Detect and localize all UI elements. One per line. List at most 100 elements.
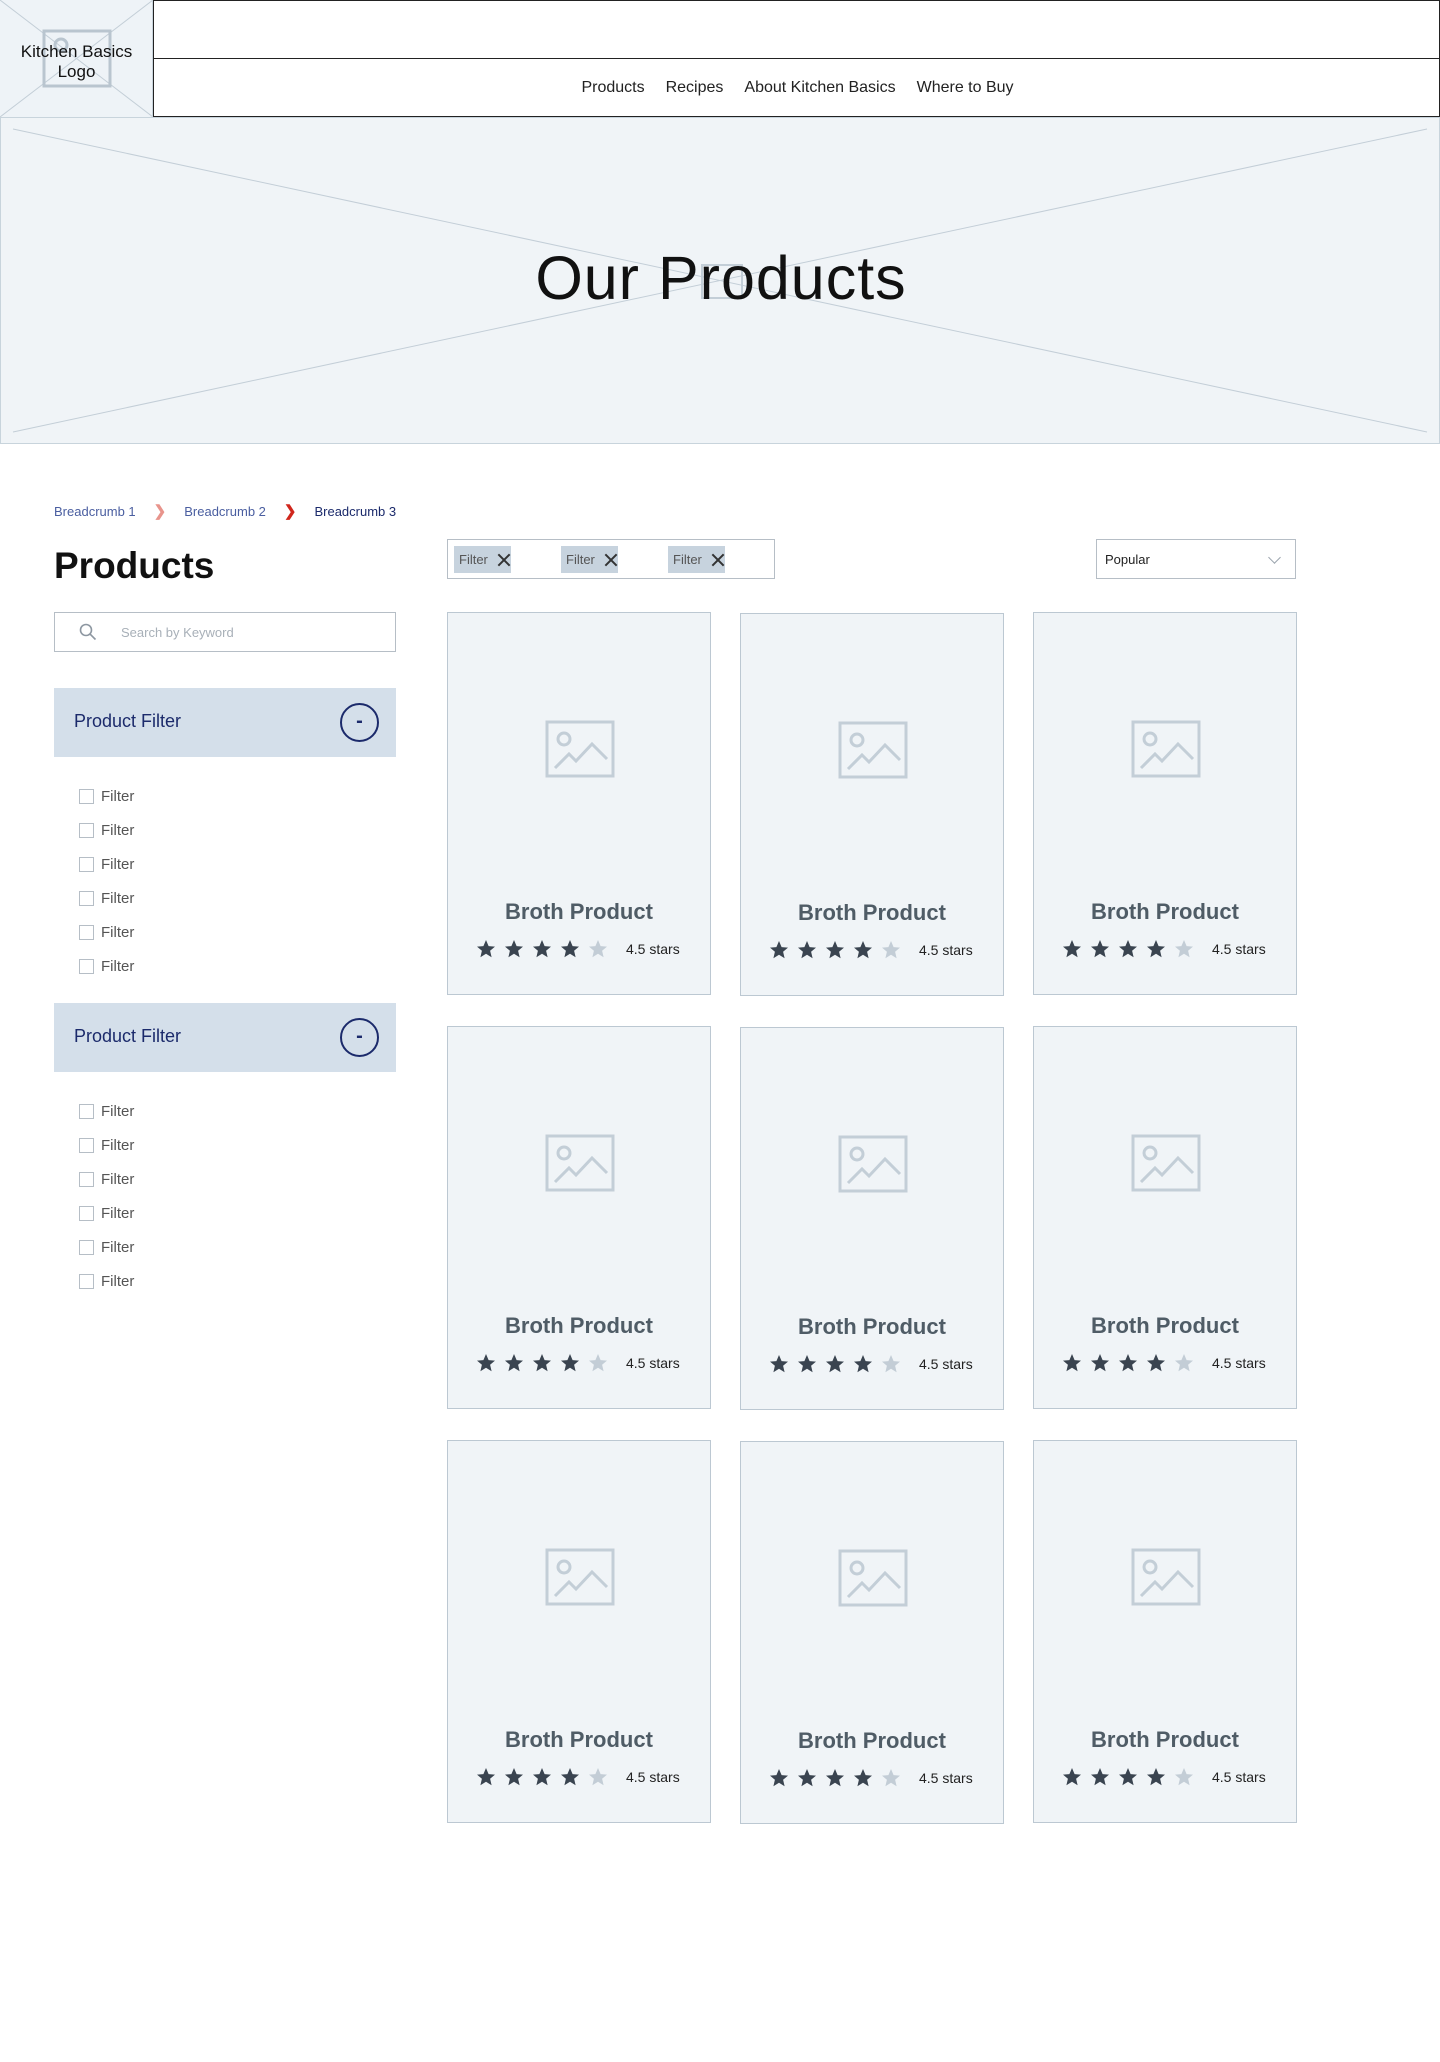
product-card[interactable]: Broth Product 4.5 stars — [1033, 1440, 1297, 1823]
star-filled-icon — [770, 941, 788, 959]
product-card[interactable]: Broth Product 4.5 stars — [740, 613, 1004, 996]
filter-option: Filter — [79, 1162, 379, 1196]
star-filled-icon — [477, 940, 495, 958]
nav-where-to-buy[interactable]: Where to Buy — [917, 79, 1014, 97]
active-filter-chip[interactable]: Filter — [668, 546, 725, 573]
image-placeholder-icon — [838, 721, 908, 779]
close-icon[interactable] — [497, 553, 511, 567]
star-filled-icon — [1063, 1768, 1081, 1786]
product-name: Broth Product — [1091, 1727, 1239, 1752]
product-rating: 4.5 stars — [476, 1767, 680, 1787]
star-filled-icon — [1147, 1354, 1165, 1372]
star-filled-icon — [505, 940, 523, 958]
filter-list-1: Filter Filter Filter Filter Filter Filte… — [79, 779, 379, 983]
filter-checkbox[interactable] — [79, 958, 94, 974]
nav-products[interactable]: Products — [581, 79, 644, 97]
product-rating: 4.5 stars — [769, 940, 973, 960]
product-card[interactable]: Broth Product 4.5 stars — [1033, 612, 1297, 995]
filter-checkbox[interactable] — [79, 1137, 94, 1153]
star-empty-icon — [882, 1769, 900, 1787]
breadcrumb: Breadcrumb 1 ❯ Breadcrumb 2 ❯ Breadcrumb… — [54, 502, 396, 520]
filter-option-label: Filter — [101, 1238, 135, 1256]
chip-label: Filter — [459, 552, 488, 567]
product-filter-header-2[interactable]: Product Filter - — [54, 1003, 396, 1072]
image-placeholder-icon — [545, 1134, 615, 1192]
product-card[interactable]: Broth Product 4.5 stars — [740, 1441, 1004, 1824]
filter-option: Filter — [79, 1230, 379, 1264]
filter-checkbox[interactable] — [79, 1239, 94, 1255]
filter-checkbox[interactable] — [79, 788, 94, 804]
search-input[interactable] — [121, 621, 381, 643]
star-filled-icon — [1091, 1768, 1109, 1786]
star-filled-icon — [1119, 1354, 1137, 1372]
filter-option-label: Filter — [101, 957, 135, 975]
collapse-toggle-button[interactable]: - — [340, 1018, 379, 1057]
filter-checkbox[interactable] — [79, 924, 94, 940]
product-card[interactable]: Broth Product 4.5 stars — [1033, 1026, 1297, 1409]
star-empty-icon — [589, 940, 607, 958]
filter-group-label: Product Filter — [74, 1026, 182, 1046]
main-nav-bar: Products Recipes About Kitchen Basics Wh… — [153, 58, 1440, 117]
filter-option: Filter — [79, 1264, 379, 1298]
close-icon[interactable] — [711, 553, 725, 567]
filter-checkbox[interactable] — [79, 1103, 94, 1119]
rating-label: 4.5 stars — [626, 941, 680, 957]
star-empty-icon — [589, 1354, 607, 1372]
product-name: Broth Product — [1091, 1313, 1239, 1338]
hero-banner: Our Products — [0, 117, 1440, 444]
filter-checkbox[interactable] — [79, 856, 94, 872]
rating-label: 4.5 stars — [919, 1770, 973, 1786]
filter-checkbox[interactable] — [79, 1171, 94, 1187]
product-card[interactable]: Broth Product 4.5 stars — [447, 612, 711, 995]
filter-option-label: Filter — [101, 1272, 135, 1290]
star-filled-icon — [826, 1355, 844, 1373]
product-rating: 4.5 stars — [769, 1768, 973, 1788]
breadcrumb-item-2[interactable]: Breadcrumb 2 — [184, 504, 266, 519]
search-box — [54, 612, 396, 652]
filter-option: Filter — [79, 813, 379, 847]
filter-checkbox[interactable] — [79, 822, 94, 838]
product-card[interactable]: Broth Product 4.5 stars — [740, 1027, 1004, 1410]
filter-option: Filter — [79, 949, 379, 983]
active-filter-chip[interactable]: Filter — [561, 546, 618, 573]
search-icon — [79, 623, 97, 641]
rating-label: 4.5 stars — [919, 942, 973, 958]
star-filled-icon — [533, 1768, 551, 1786]
rating-label: 4.5 stars — [1212, 941, 1266, 957]
filter-checkbox[interactable] — [79, 1205, 94, 1221]
utility-bar — [153, 0, 1440, 59]
star-empty-icon — [1175, 940, 1193, 958]
breadcrumb-item-3[interactable]: Breadcrumb 3 — [314, 504, 396, 519]
product-card[interactable]: Broth Product 4.5 stars — [447, 1440, 711, 1823]
star-filled-icon — [1147, 1768, 1165, 1786]
product-card[interactable]: Broth Product 4.5 stars — [447, 1026, 711, 1409]
product-rating: 4.5 stars — [1062, 1767, 1266, 1787]
close-icon[interactable] — [604, 553, 618, 567]
star-filled-icon — [798, 941, 816, 959]
collapse-toggle-button[interactable]: - — [340, 703, 379, 742]
filter-option: Filter — [79, 915, 379, 949]
page-title: Products — [54, 545, 215, 586]
active-filter-chip[interactable]: Filter — [454, 546, 511, 573]
active-filters: Filter Filter Filter — [447, 539, 775, 579]
product-rating: 4.5 stars — [476, 939, 680, 959]
product-filter-header-1[interactable]: Product Filter - — [54, 688, 396, 757]
filter-checkbox[interactable] — [79, 890, 94, 906]
nav-recipes[interactable]: Recipes — [666, 79, 724, 97]
sort-select[interactable]: Popular — [1096, 539, 1296, 579]
star-filled-icon — [854, 1769, 872, 1787]
nav-about[interactable]: About Kitchen Basics — [744, 79, 895, 97]
product-name: Broth Product — [1091, 899, 1239, 924]
product-name: Broth Product — [798, 900, 946, 925]
star-empty-icon — [1175, 1768, 1193, 1786]
image-placeholder-icon — [1131, 1548, 1201, 1606]
breadcrumb-item-1[interactable]: Breadcrumb 1 — [54, 504, 136, 519]
filter-option: Filter — [79, 881, 379, 915]
star-empty-icon — [1175, 1354, 1193, 1372]
star-filled-icon — [826, 941, 844, 959]
rating-label: 4.5 stars — [1212, 1769, 1266, 1785]
filter-checkbox[interactable] — [79, 1273, 94, 1289]
logo[interactable]: Kitchen Basics Logo — [0, 0, 153, 117]
star-filled-icon — [561, 1354, 579, 1372]
chip-label: Filter — [673, 552, 702, 567]
